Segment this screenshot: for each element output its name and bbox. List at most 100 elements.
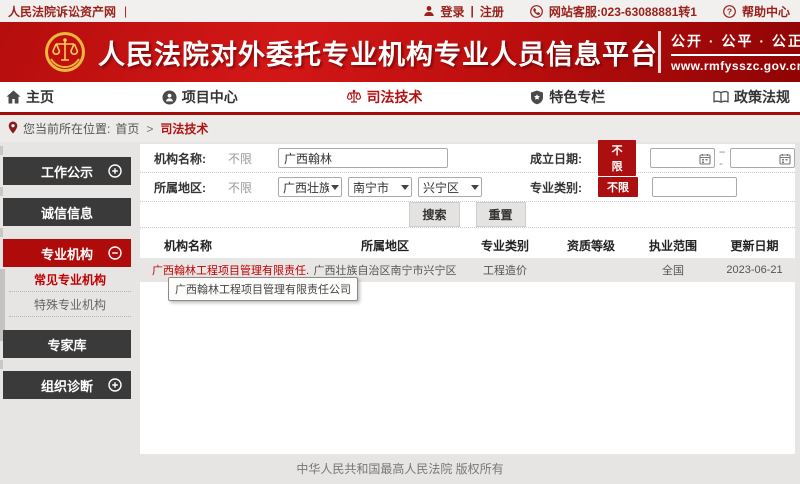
sidebar-item-label: 组织诊断 — [41, 376, 93, 395]
sidebar-item-label: 诚信信息 — [41, 203, 93, 222]
copyright-text: 中华人民共和国最高人民法院 版权所有 — [296, 462, 503, 476]
category-input[interactable] — [652, 177, 737, 197]
submenu-item-label: 特殊专业机构 — [34, 296, 106, 313]
sidebar-submenu: 常见专业机构 特殊专业机构 — [3, 267, 131, 317]
nav-label: 政策法规 — [734, 87, 790, 107]
site-home-link[interactable]: 人民法院诉讼资产网 — [8, 3, 116, 20]
district-select[interactable]: 兴宁区 — [418, 177, 482, 197]
sidebar-item-org-diagnosis[interactable]: 组织诊断 — [3, 371, 131, 399]
nav-project-center[interactable]: 项目中心 — [162, 87, 238, 107]
col-header-scope: 执业范围 — [632, 237, 714, 254]
sidebar: 工作公示 诚信信息 专业机构 常见专业机构 特殊专业机构 专 — [0, 144, 134, 399]
org-name-label: 机构名称: — [154, 150, 206, 167]
nav-judicial-tech[interactable]: 司法技术 — [346, 87, 423, 107]
sidebar-item-expert-pool[interactable]: 专家库 — [3, 330, 131, 358]
utility-bar: 人民法院诉讼资产网 | 登录 | 注册 网站客服:023-63088881转1 … — [0, 0, 800, 22]
collapse-icon — [108, 246, 122, 263]
form-buttons: 搜索 重置 — [140, 202, 795, 228]
founded-from-input[interactable] — [650, 148, 715, 168]
home-icon — [6, 90, 21, 104]
col-header-category: 专业类别 — [460, 237, 550, 254]
city-select[interactable]: 南宁市 — [348, 177, 412, 197]
platform-title: 人民法院对外委托专业机构专业人员信息平台 — [98, 33, 658, 72]
breadcrumb-separator: > — [146, 122, 153, 136]
page: 人民法院诉讼资产网 | 登录 | 注册 网站客服:023-63088881转1 … — [0, 0, 800, 484]
col-header-updated: 更新日期 — [714, 237, 795, 254]
submenu-item-special-orgs[interactable]: 特殊专业机构 — [9, 292, 131, 317]
sidebar-item-professional-orgs[interactable]: 专业机构 — [3, 239, 131, 267]
auth-divider: | — [471, 4, 474, 18]
shield-icon — [530, 90, 544, 105]
scales-icon — [346, 89, 362, 105]
founded-date-label: 成立日期: — [530, 150, 582, 167]
city-select-value: 南宁市 — [353, 179, 399, 196]
book-icon — [713, 90, 729, 104]
project-center-icon — [162, 90, 177, 105]
sidebar-item-label: 专业机构 — [41, 244, 93, 263]
nav-label: 特色专栏 — [549, 87, 605, 107]
chevron-down-icon — [331, 185, 339, 190]
register-link[interactable]: 注册 — [480, 3, 504, 20]
region-any[interactable]: 不限 — [228, 179, 252, 196]
chevron-down-icon — [471, 185, 479, 190]
nav-label: 主页 — [26, 87, 54, 107]
founded-any-button[interactable]: 不限 — [598, 140, 636, 176]
org-name-any[interactable]: 不限 — [228, 150, 252, 167]
sidebar-item-integrity-info[interactable]: 诚信信息 — [3, 198, 131, 226]
nav-policies[interactable]: 政策法规 — [713, 87, 790, 107]
form-row-region: 所属地区: 不限 广西壮族自治 南宁市 兴宁区 专业类别: 不限 — [140, 173, 795, 202]
nav-label: 项目中心 — [182, 87, 238, 107]
submenu-item-common-orgs[interactable]: 常见专业机构 — [9, 267, 131, 292]
calendar-icon — [699, 152, 711, 170]
slogan: 公开 · 公平 · 公正 — [671, 31, 800, 56]
category-any-button[interactable]: 不限 — [598, 177, 638, 197]
table-header-row: 机构名称 所属地区 专业类别 资质等级 执业范围 更新日期 — [140, 232, 795, 258]
nav-special-column[interactable]: 特色专栏 — [530, 87, 605, 107]
form-row-org-name: 机构名称: 不限 成立日期: 不限 --- — [140, 144, 795, 173]
cell-updated: 2023-06-21 — [714, 264, 795, 276]
site-url: www.rmfysszc.gov.cn — [671, 59, 800, 73]
main-panel: 机构名称: 不限 成立日期: 不限 --- — [140, 144, 795, 454]
cell-region: 广西壮族自治区南宁市兴宁区 — [310, 262, 460, 278]
nav-home[interactable]: 主页 — [6, 87, 54, 107]
hotline-label[interactable]: 网站客服:023-63088881转1 — [549, 3, 697, 20]
org-name-input[interactable] — [278, 148, 448, 168]
cell-category: 工程造价 — [460, 262, 550, 278]
breadcrumb-prefix: 您当前所在位置: — [23, 120, 110, 137]
col-header-region: 所属地区 — [310, 237, 460, 254]
banner-right: 公开 · 公平 · 公正 www.rmfysszc.gov.cn — [658, 31, 800, 73]
org-name-link[interactable]: 广西翰林工程项目管理有限责任... — [140, 262, 310, 278]
footer: 中华人民共和国最高人民法院 版权所有 — [0, 460, 800, 477]
province-select-value: 广西壮族自治 — [283, 179, 329, 196]
calendar-icon — [779, 152, 791, 170]
sidebar-item-label: 专家库 — [47, 335, 86, 354]
expand-icon — [108, 378, 122, 395]
breadcrumb-current[interactable]: 司法技术 — [160, 120, 208, 137]
breadcrumb-home-link[interactable]: 首页 — [115, 120, 139, 137]
expand-icon — [108, 164, 122, 181]
user-icon — [423, 5, 435, 17]
breadcrumb: 您当前所在位置: 首页 > 司法技术 — [0, 115, 800, 142]
results-table: 机构名称 所属地区 专业类别 资质等级 执业范围 更新日期 广西翰林工程项目管理… — [140, 232, 795, 282]
login-link[interactable]: 登录 — [441, 3, 465, 20]
phone-icon — [530, 5, 543, 18]
founded-to-input[interactable] — [730, 148, 795, 168]
col-header-grade: 资质等级 — [550, 237, 632, 254]
chevron-down-icon — [401, 185, 409, 190]
cell-scope: 全国 — [632, 262, 714, 278]
svg-text:?: ? — [727, 6, 732, 16]
sidebar-item-label: 工作公示 — [41, 162, 93, 181]
date-range-separator: --- — [719, 146, 726, 170]
main-nav: 主页 项目中心 司法技术 — [0, 82, 800, 115]
search-button[interactable]: 搜索 — [409, 202, 459, 227]
site-banner: 人民法院对外委托专业机构专业人员信息平台 公开 · 公平 · 公正 www.rm… — [0, 22, 800, 82]
location-pin-icon — [8, 121, 18, 137]
region-label: 所属地区: — [154, 179, 206, 196]
topbar-divider: | — [124, 4, 127, 18]
nav-label: 司法技术 — [367, 87, 423, 107]
province-select[interactable]: 广西壮族自治 — [278, 177, 342, 197]
court-emblem-logo — [44, 31, 86, 73]
help-link[interactable]: 帮助中心 — [742, 3, 790, 20]
reset-button[interactable]: 重置 — [476, 202, 526, 227]
sidebar-item-work-publicity[interactable]: 工作公示 — [3, 157, 131, 185]
